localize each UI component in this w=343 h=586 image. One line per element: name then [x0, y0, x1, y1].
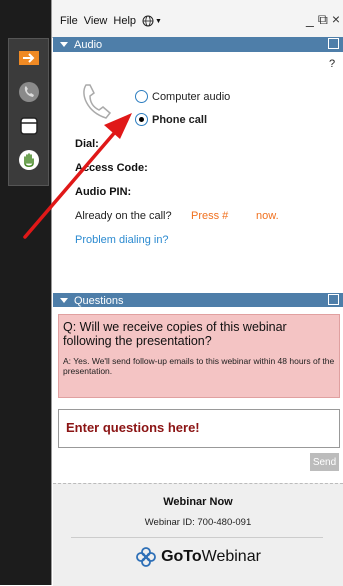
- phone-call-option[interactable]: Phone call: [135, 113, 207, 126]
- close-icon[interactable]: ×: [332, 11, 340, 28]
- main-panel: File View Help ▼ _ ⧉ × Audio ? Computer …: [51, 0, 343, 586]
- help-question-mark[interactable]: ?: [329, 58, 335, 70]
- phone-call-radio[interactable]: [135, 113, 148, 126]
- access-code-label: Access Code:: [75, 162, 148, 174]
- phone-call-label: Phone call: [152, 113, 208, 126]
- computer-audio-label: Computer audio: [152, 90, 231, 103]
- question-text: Q: Will we receive copies of this webina…: [63, 320, 287, 348]
- question-log: Q: Will we receive copies of this webina…: [58, 314, 340, 398]
- minimize-icon[interactable]: _: [306, 11, 314, 28]
- questions-header-label: Questions: [74, 294, 124, 307]
- audio-pin-label: Audio PIN:: [75, 186, 132, 198]
- questions-section-header[interactable]: Questions: [53, 293, 343, 308]
- raise-hand-icon: [18, 149, 39, 170]
- brand-goto: GoTo: [161, 548, 202, 565]
- window-icon: [19, 116, 38, 135]
- collapse-panel-button[interactable]: [14, 43, 43, 72]
- audio-dock-button[interactable]: [14, 77, 43, 106]
- popout-icon[interactable]: [328, 38, 339, 49]
- arrow-right-icon: [18, 50, 39, 65]
- globe-icon: [142, 15, 154, 27]
- popout-icon[interactable]: [328, 294, 339, 305]
- footer: Webinar Now Webinar ID: 700-480-091 GoTo…: [53, 483, 343, 586]
- now-text: now.: [256, 210, 279, 222]
- send-button[interactable]: Send: [310, 453, 339, 471]
- gotowebinar-logo: GoTo Webinar: [53, 546, 343, 568]
- gotowebinar-control-panel: File View Help ▼ _ ⧉ × Audio ? Computer …: [0, 0, 343, 586]
- question-input-placeholder: Enter questions here!: [66, 420, 200, 435]
- restore-icon[interactable]: ⧉: [318, 11, 328, 28]
- screen-dock-button[interactable]: [14, 111, 43, 140]
- menu-file[interactable]: File: [60, 15, 78, 27]
- gotowebinar-flower-icon: [136, 547, 156, 567]
- computer-audio-option[interactable]: Computer audio: [135, 90, 230, 103]
- menu-bar: File View Help ▼ _ ⧉ ×: [52, 0, 343, 38]
- collapse-triangle-icon: [60, 42, 68, 47]
- press-hash-text: Press #: [191, 210, 229, 222]
- computer-audio-radio[interactable]: [135, 90, 148, 103]
- audio-pane: ? Computer audio Phone call Dial: Access…: [53, 52, 343, 294]
- problem-dialing-link[interactable]: Problem dialing in?: [75, 234, 169, 246]
- webinar-id: Webinar ID: 700-480-091: [144, 517, 252, 528]
- phone-icon: [18, 81, 39, 102]
- brand-webinar: Webinar: [201, 548, 261, 565]
- question-input[interactable]: Enter questions here!: [58, 409, 340, 448]
- answer-text: A: Yes. We'll send follow-up emails to t…: [63, 356, 335, 376]
- dial-label: Dial:: [75, 138, 99, 150]
- audio-header-label: Audio: [74, 38, 103, 51]
- footer-divider: [71, 537, 323, 538]
- audio-section-header[interactable]: Audio: [53, 37, 343, 52]
- dock-toolbar: [8, 38, 49, 186]
- chevron-down-icon: ▼: [155, 17, 162, 25]
- questions-pane: Q: Will we receive copies of this webina…: [53, 307, 343, 480]
- menu-help[interactable]: Help: [113, 15, 136, 27]
- already-on-call-text: Already on the call?: [75, 210, 172, 222]
- language-menu[interactable]: ▼: [142, 15, 162, 27]
- collapse-triangle-icon: [60, 298, 68, 303]
- raise-hand-button[interactable]: [14, 145, 43, 174]
- phone-handset-icon: [83, 84, 112, 119]
- menu-view[interactable]: View: [84, 15, 108, 27]
- webinar-title: Webinar Now: [163, 496, 233, 508]
- left-dock: [0, 0, 51, 585]
